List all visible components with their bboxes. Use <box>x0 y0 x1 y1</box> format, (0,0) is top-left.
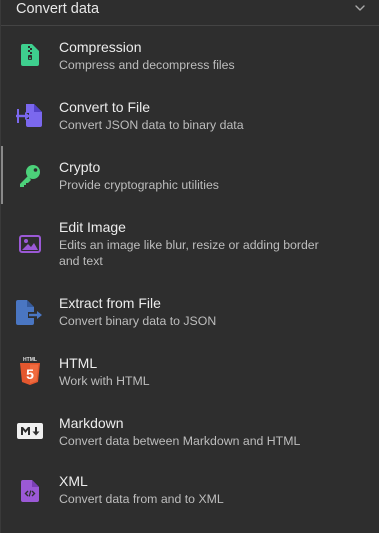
node-item-markdown[interactable]: Markdown Convert data between Markdown a… <box>1 410 379 468</box>
node-panel: Convert data Compression Compress and de… <box>0 0 379 533</box>
markdown-icon <box>16 417 44 445</box>
node-item-html[interactable]: HTML 5 HTML Work with HTML <box>1 350 379 408</box>
node-item-xml[interactable]: XML Convert data from and to XML <box>1 468 379 526</box>
node-item-convert-to-file[interactable]: Convert to File Convert JSON data to bin… <box>1 94 379 152</box>
node-item-compression[interactable]: Compression Compress and decompress file… <box>1 34 379 92</box>
chevron-down-icon[interactable] <box>353 1 367 15</box>
node-description: Edits an image like blur, resize or addi… <box>59 238 319 268</box>
section-header[interactable]: Convert data <box>1 0 379 26</box>
file-export-icon <box>16 299 44 327</box>
html-badge-top: HTML <box>23 357 37 363</box>
key-icon <box>16 162 44 190</box>
node-title: XML <box>59 473 88 489</box>
node-title: Markdown <box>59 415 124 431</box>
file-code-icon <box>16 477 44 505</box>
html5-icon: HTML 5 <box>16 357 44 385</box>
node-title: Crypto <box>59 159 101 175</box>
file-archive-icon <box>16 41 44 69</box>
node-title: Edit Image <box>59 219 126 235</box>
node-title: HTML <box>59 355 98 371</box>
node-description: Work with HTML <box>59 374 150 388</box>
node-description: Provide cryptographic utilities <box>59 178 219 192</box>
file-import-icon <box>16 102 44 130</box>
node-item-crypto[interactable]: Crypto Provide cryptographic utilities <box>1 146 379 204</box>
node-description: Convert data from and to XML <box>59 492 224 506</box>
node-description: Convert JSON data to binary data <box>59 118 244 132</box>
node-item-edit-image[interactable]: Edit Image Edits an image like blur, res… <box>1 214 379 272</box>
html-badge-numeral: 5 <box>26 366 34 382</box>
section-title: Convert data <box>16 1 100 17</box>
image-icon <box>16 230 44 258</box>
node-title: Convert to File <box>59 99 151 115</box>
node-item-extract-from-file[interactable]: Extract from File Convert binary data to… <box>1 290 379 348</box>
node-description: Compress and decompress files <box>59 58 235 72</box>
node-title: Compression <box>59 39 142 55</box>
node-title: Extract from File <box>59 295 161 311</box>
node-description: Convert binary data to JSON <box>59 314 217 328</box>
node-description: Convert data between Markdown and HTML <box>59 434 301 448</box>
